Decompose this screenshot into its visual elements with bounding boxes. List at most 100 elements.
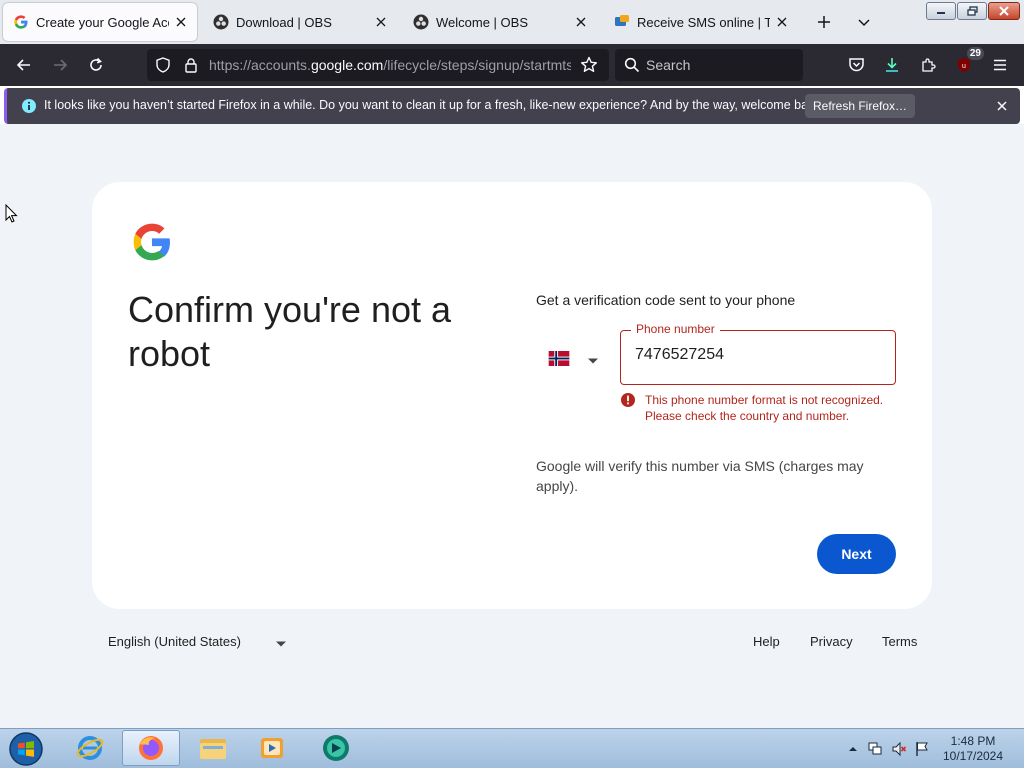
- sms-site-icon: [614, 14, 630, 30]
- arrow-right-icon: [54, 59, 68, 71]
- pocket-icon: [848, 58, 864, 72]
- obs-icon: [213, 14, 229, 30]
- back-button[interactable]: [10, 51, 38, 79]
- search-input[interactable]: Search: [646, 57, 690, 73]
- minimize-icon: [937, 12, 945, 14]
- hamburger-menu-icon: [994, 59, 1006, 71]
- taskbar-file-explorer[interactable]: [184, 730, 242, 766]
- forward-button[interactable]: [46, 51, 74, 79]
- taskbar-internet-explorer[interactable]: [61, 730, 119, 766]
- windows-start-icon: [9, 732, 43, 766]
- chevron-down-icon: [858, 19, 870, 27]
- taskbar-media-player[interactable]: [243, 730, 301, 766]
- error-icon: [620, 392, 636, 408]
- arrow-left-icon: [16, 59, 30, 71]
- url-host: google.com: [310, 57, 384, 73]
- ublock-icon: u: [958, 58, 970, 72]
- taskbar-app[interactable]: [307, 730, 365, 766]
- tab-welcome-obs[interactable]: Welcome | OBS: [403, 3, 597, 41]
- system-clock[interactable]: 1:48 PM 10/17/2024: [938, 734, 1008, 764]
- url-prefix: https://accounts.: [209, 57, 311, 73]
- extensions-button[interactable]: [914, 51, 942, 79]
- close-icon[interactable]: [173, 14, 189, 30]
- help-link[interactable]: Help: [753, 634, 780, 649]
- tab-title: Download | OBS: [236, 14, 332, 30]
- close-icon[interactable]: [373, 14, 389, 30]
- navigation-toolbar: https://accounts.google.com/lifecycle/st…: [0, 44, 1024, 86]
- ublock-extension-button[interactable]: u 29: [950, 47, 984, 79]
- next-button[interactable]: Next: [817, 534, 896, 574]
- url-bar[interactable]: https://accounts.google.com/lifecycle/st…: [147, 49, 609, 81]
- clock-date: 10/17/2024: [942, 749, 1004, 763]
- terms-link[interactable]: Terms: [882, 634, 917, 649]
- language-select[interactable]: English (United States): [108, 634, 286, 649]
- plus-icon: [818, 16, 830, 28]
- language-label: English (United States): [108, 634, 241, 649]
- refresh-notification-bar: It looks like you haven’t started Firefo…: [4, 88, 1020, 124]
- minimize-button[interactable]: [926, 2, 956, 20]
- media-player-icon: [261, 738, 283, 758]
- folder-icon: [200, 739, 226, 759]
- phone-number-field[interactable]: Phone number: [620, 322, 896, 385]
- privacy-link[interactable]: Privacy: [810, 634, 853, 649]
- google-g-icon: [13, 14, 29, 30]
- info-icon: [21, 98, 37, 114]
- tracking-protection-icon[interactable]: [155, 57, 171, 73]
- page-subtitle: Get a verification code sent to your pho…: [536, 292, 796, 308]
- url-path: /lifecycle/steps/signup/startmtsmsidv: [383, 57, 571, 73]
- restore-icon: [966, 6, 978, 16]
- page-title: Confirm you're not a robot: [128, 289, 452, 374]
- url-text[interactable]: https://accounts.google.com/lifecycle/st…: [209, 57, 571, 73]
- phone-number-input[interactable]: [635, 346, 885, 364]
- dropdown-arrow-icon: [275, 637, 286, 647]
- page-content: Confirm you're not a robot Get a verific…: [0, 124, 1024, 728]
- notification-message: It looks like you haven’t started Firefo…: [44, 98, 825, 112]
- taskbar: 1:48 PM 10/17/2024: [0, 728, 1024, 768]
- tab-title: Create your Google Account: [36, 14, 169, 30]
- start-button[interactable]: [6, 731, 46, 767]
- search-bar[interactable]: Search: [615, 49, 803, 81]
- lock-icon[interactable]: [183, 57, 199, 73]
- action-center-flag-icon[interactable]: [914, 741, 930, 757]
- download-icon: [886, 58, 898, 72]
- network-icon[interactable]: [867, 741, 883, 757]
- google-logo-icon: [130, 220, 174, 264]
- taskbar-firefox[interactable]: [122, 730, 180, 766]
- close-icon[interactable]: [994, 98, 1010, 114]
- extension-badge-count: 29: [966, 47, 984, 60]
- volume-muted-icon[interactable]: [891, 741, 907, 757]
- dropdown-arrow-icon: [588, 353, 598, 364]
- restore-button[interactable]: [957, 2, 987, 20]
- phone-number-label: Phone number: [631, 322, 720, 336]
- search-icon: [624, 57, 640, 73]
- window-close-button[interactable]: [988, 2, 1020, 20]
- signup-card: Confirm you're not a robot Get a verific…: [92, 182, 932, 609]
- tab-download-obs[interactable]: Download | OBS: [203, 3, 397, 41]
- firefox-icon: [139, 736, 163, 760]
- tab-receive-sms[interactable]: Receive SMS online | Temp: [604, 3, 798, 41]
- sms-verification-note: Google will verify this number via SMS (…: [536, 458, 864, 494]
- app-icon: [323, 735, 349, 761]
- close-icon: [999, 6, 1009, 16]
- puzzle-icon: [922, 58, 936, 72]
- close-icon[interactable]: [573, 14, 589, 30]
- tab-title: Receive SMS online | Temp: [637, 14, 770, 30]
- refresh-firefox-button[interactable]: Refresh Firefox…: [805, 94, 915, 118]
- new-tab-button[interactable]: [812, 10, 836, 34]
- norway-flag-icon: [548, 350, 570, 366]
- internet-explorer-icon: [76, 736, 104, 760]
- tab-strip: Create your Google Account Download | OB…: [0, 0, 1024, 44]
- obs-icon: [413, 14, 429, 30]
- tab-google-signup[interactable]: Create your Google Account: [3, 3, 197, 41]
- pocket-button[interactable]: [842, 51, 870, 79]
- tab-title: Welcome | OBS: [436, 14, 528, 30]
- reload-icon: [90, 57, 102, 71]
- list-all-tabs-button[interactable]: [852, 10, 876, 34]
- close-icon[interactable]: [774, 14, 790, 30]
- country-select[interactable]: [548, 344, 604, 372]
- show-hidden-icons-button[interactable]: [845, 741, 861, 757]
- app-menu-button[interactable]: [986, 51, 1014, 79]
- reload-button[interactable]: [82, 51, 110, 79]
- bookmark-star-icon[interactable]: [580, 56, 598, 74]
- downloads-button[interactable]: [878, 51, 906, 79]
